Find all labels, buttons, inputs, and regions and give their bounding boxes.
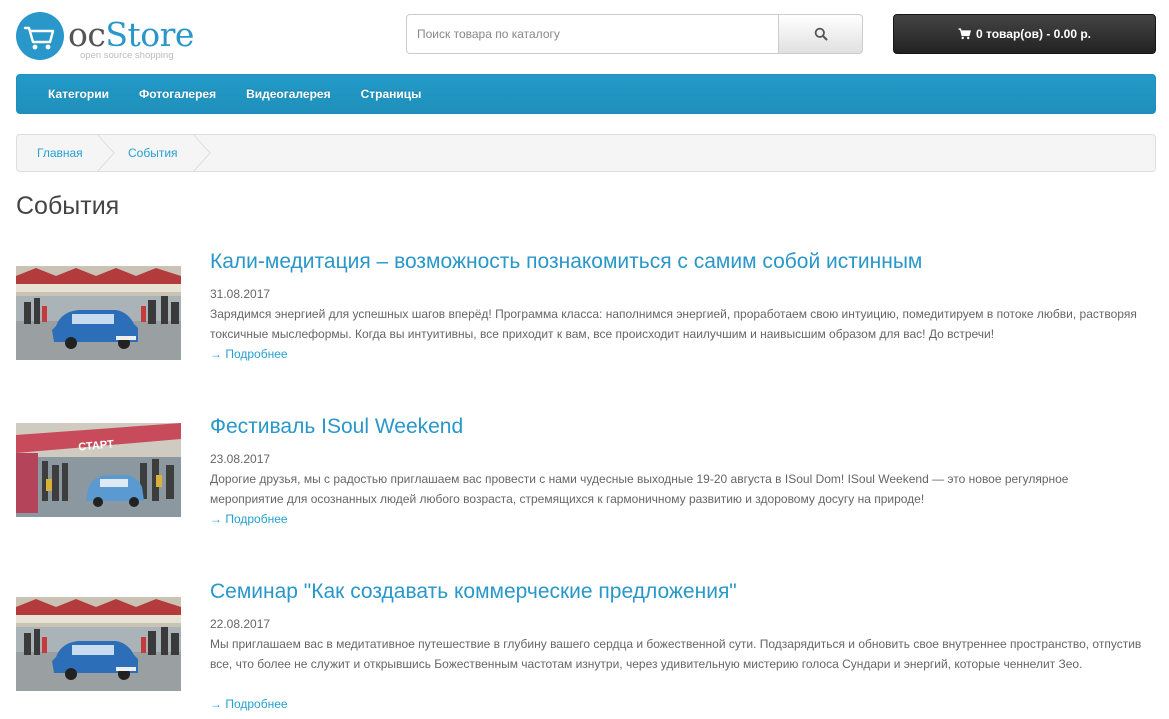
event-more-link[interactable]: → Подробнее bbox=[210, 697, 288, 711]
event-date: 22.08.2017 bbox=[210, 617, 271, 631]
breadcrumb-home[interactable]: Главная bbox=[37, 135, 83, 171]
breadcrumb-separator-icon bbox=[193, 135, 211, 171]
logo-text: ocStore bbox=[68, 15, 194, 54]
event-description: Зарядимся энергией для успешных шагов вп… bbox=[210, 307, 1137, 341]
search-input[interactable] bbox=[406, 14, 779, 54]
page-title: События bbox=[16, 192, 120, 220]
search-button[interactable] bbox=[778, 14, 863, 54]
event-date: 23.08.2017 bbox=[210, 452, 271, 466]
logo[interactable]: ocStore open source shopping bbox=[16, 12, 216, 64]
logo-tagline: open source shopping bbox=[80, 50, 174, 61]
event-thumbnail[interactable]: СТАРТ bbox=[16, 423, 181, 517]
logo-cart-icon bbox=[16, 12, 64, 60]
menu-item-categories[interactable]: Категории bbox=[33, 87, 124, 101]
breadcrumb: Главная События bbox=[16, 134, 1156, 172]
event-description: Дорогие друзья, мы с радостью приглашаем… bbox=[210, 472, 1069, 506]
event-description: Мы приглашаем вас в медитативное путешес… bbox=[210, 637, 1142, 671]
event-title-link[interactable]: Семинар "Как создавать коммерческие пред… bbox=[210, 580, 737, 604]
event-date: 31.08.2017 bbox=[210, 287, 271, 301]
event-thumbnail[interactable] bbox=[16, 266, 181, 360]
header: ocStore open source shopping 0 товар(ов)… bbox=[0, 0, 1169, 70]
event-title-link[interactable]: Кали-медитация – возможность познакомить… bbox=[210, 250, 922, 274]
main-menu: Категории Фотогалерея Видеогалерея Стран… bbox=[16, 74, 1156, 114]
search-group bbox=[406, 14, 863, 54]
event-title-link[interactable]: Фестиваль ISoul Weekend bbox=[210, 415, 463, 439]
cart-button[interactable]: 0 товар(ов) - 0.00 р. bbox=[893, 14, 1156, 54]
cart-icon bbox=[958, 28, 971, 40]
menu-item-pages[interactable]: Страницы bbox=[346, 87, 437, 101]
menu-item-videogallery[interactable]: Видеогалерея bbox=[231, 87, 345, 101]
breadcrumb-separator-icon bbox=[97, 135, 115, 171]
event-more-link[interactable]: → Подробнее bbox=[210, 347, 288, 361]
search-icon bbox=[814, 27, 827, 41]
event-more-link[interactable]: → Подробнее bbox=[210, 512, 288, 526]
event-thumbnail[interactable] bbox=[16, 597, 181, 691]
menu-item-photogallery[interactable]: Фотогалерея bbox=[124, 87, 231, 101]
cart-total: 0 товар(ов) - 0.00 р. bbox=[976, 27, 1091, 41]
breadcrumb-events[interactable]: События bbox=[128, 135, 178, 171]
